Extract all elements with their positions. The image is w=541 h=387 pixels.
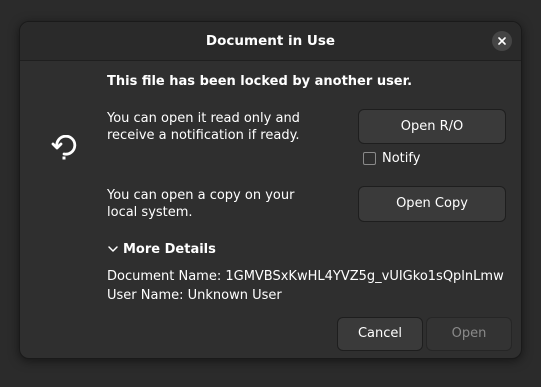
chevron-down-icon — [108, 246, 118, 252]
dialog-title: Document in Use — [205, 33, 336, 49]
open-copy-button[interactable]: Open Copy — [358, 186, 506, 222]
lock-message-heading: This file has been locked by another use… — [107, 74, 413, 89]
open-read-only-button[interactable]: Open R/O — [358, 109, 506, 144]
titlebar: Document in Use — [20, 22, 521, 61]
notify-label: Notify — [382, 150, 421, 166]
locked-document-icon — [51, 135, 77, 160]
open-button[interactable]: Open — [426, 317, 512, 351]
user-name-detail: User Name: Unknown User — [107, 288, 282, 303]
more-details-label: More Details — [123, 241, 216, 257]
read-only-description: You can open it read only and receive a … — [107, 111, 300, 143]
notify-checkbox-row[interactable]: Notify — [363, 149, 420, 167]
close-button[interactable] — [492, 31, 512, 51]
open-copy-description: You can open a copy on your local system… — [107, 188, 295, 220]
more-details-toggle[interactable]: More Details — [107, 240, 216, 258]
notify-checkbox[interactable] — [363, 151, 376, 165]
document-in-use-dialog: Document in Use This file has been locke… — [19, 21, 522, 359]
cancel-button[interactable]: Cancel — [337, 317, 423, 351]
close-icon — [498, 37, 506, 45]
document-name-detail: Document Name: 1GMVBSxKwHL4YVZ5g_vUIGko1… — [107, 269, 504, 284]
